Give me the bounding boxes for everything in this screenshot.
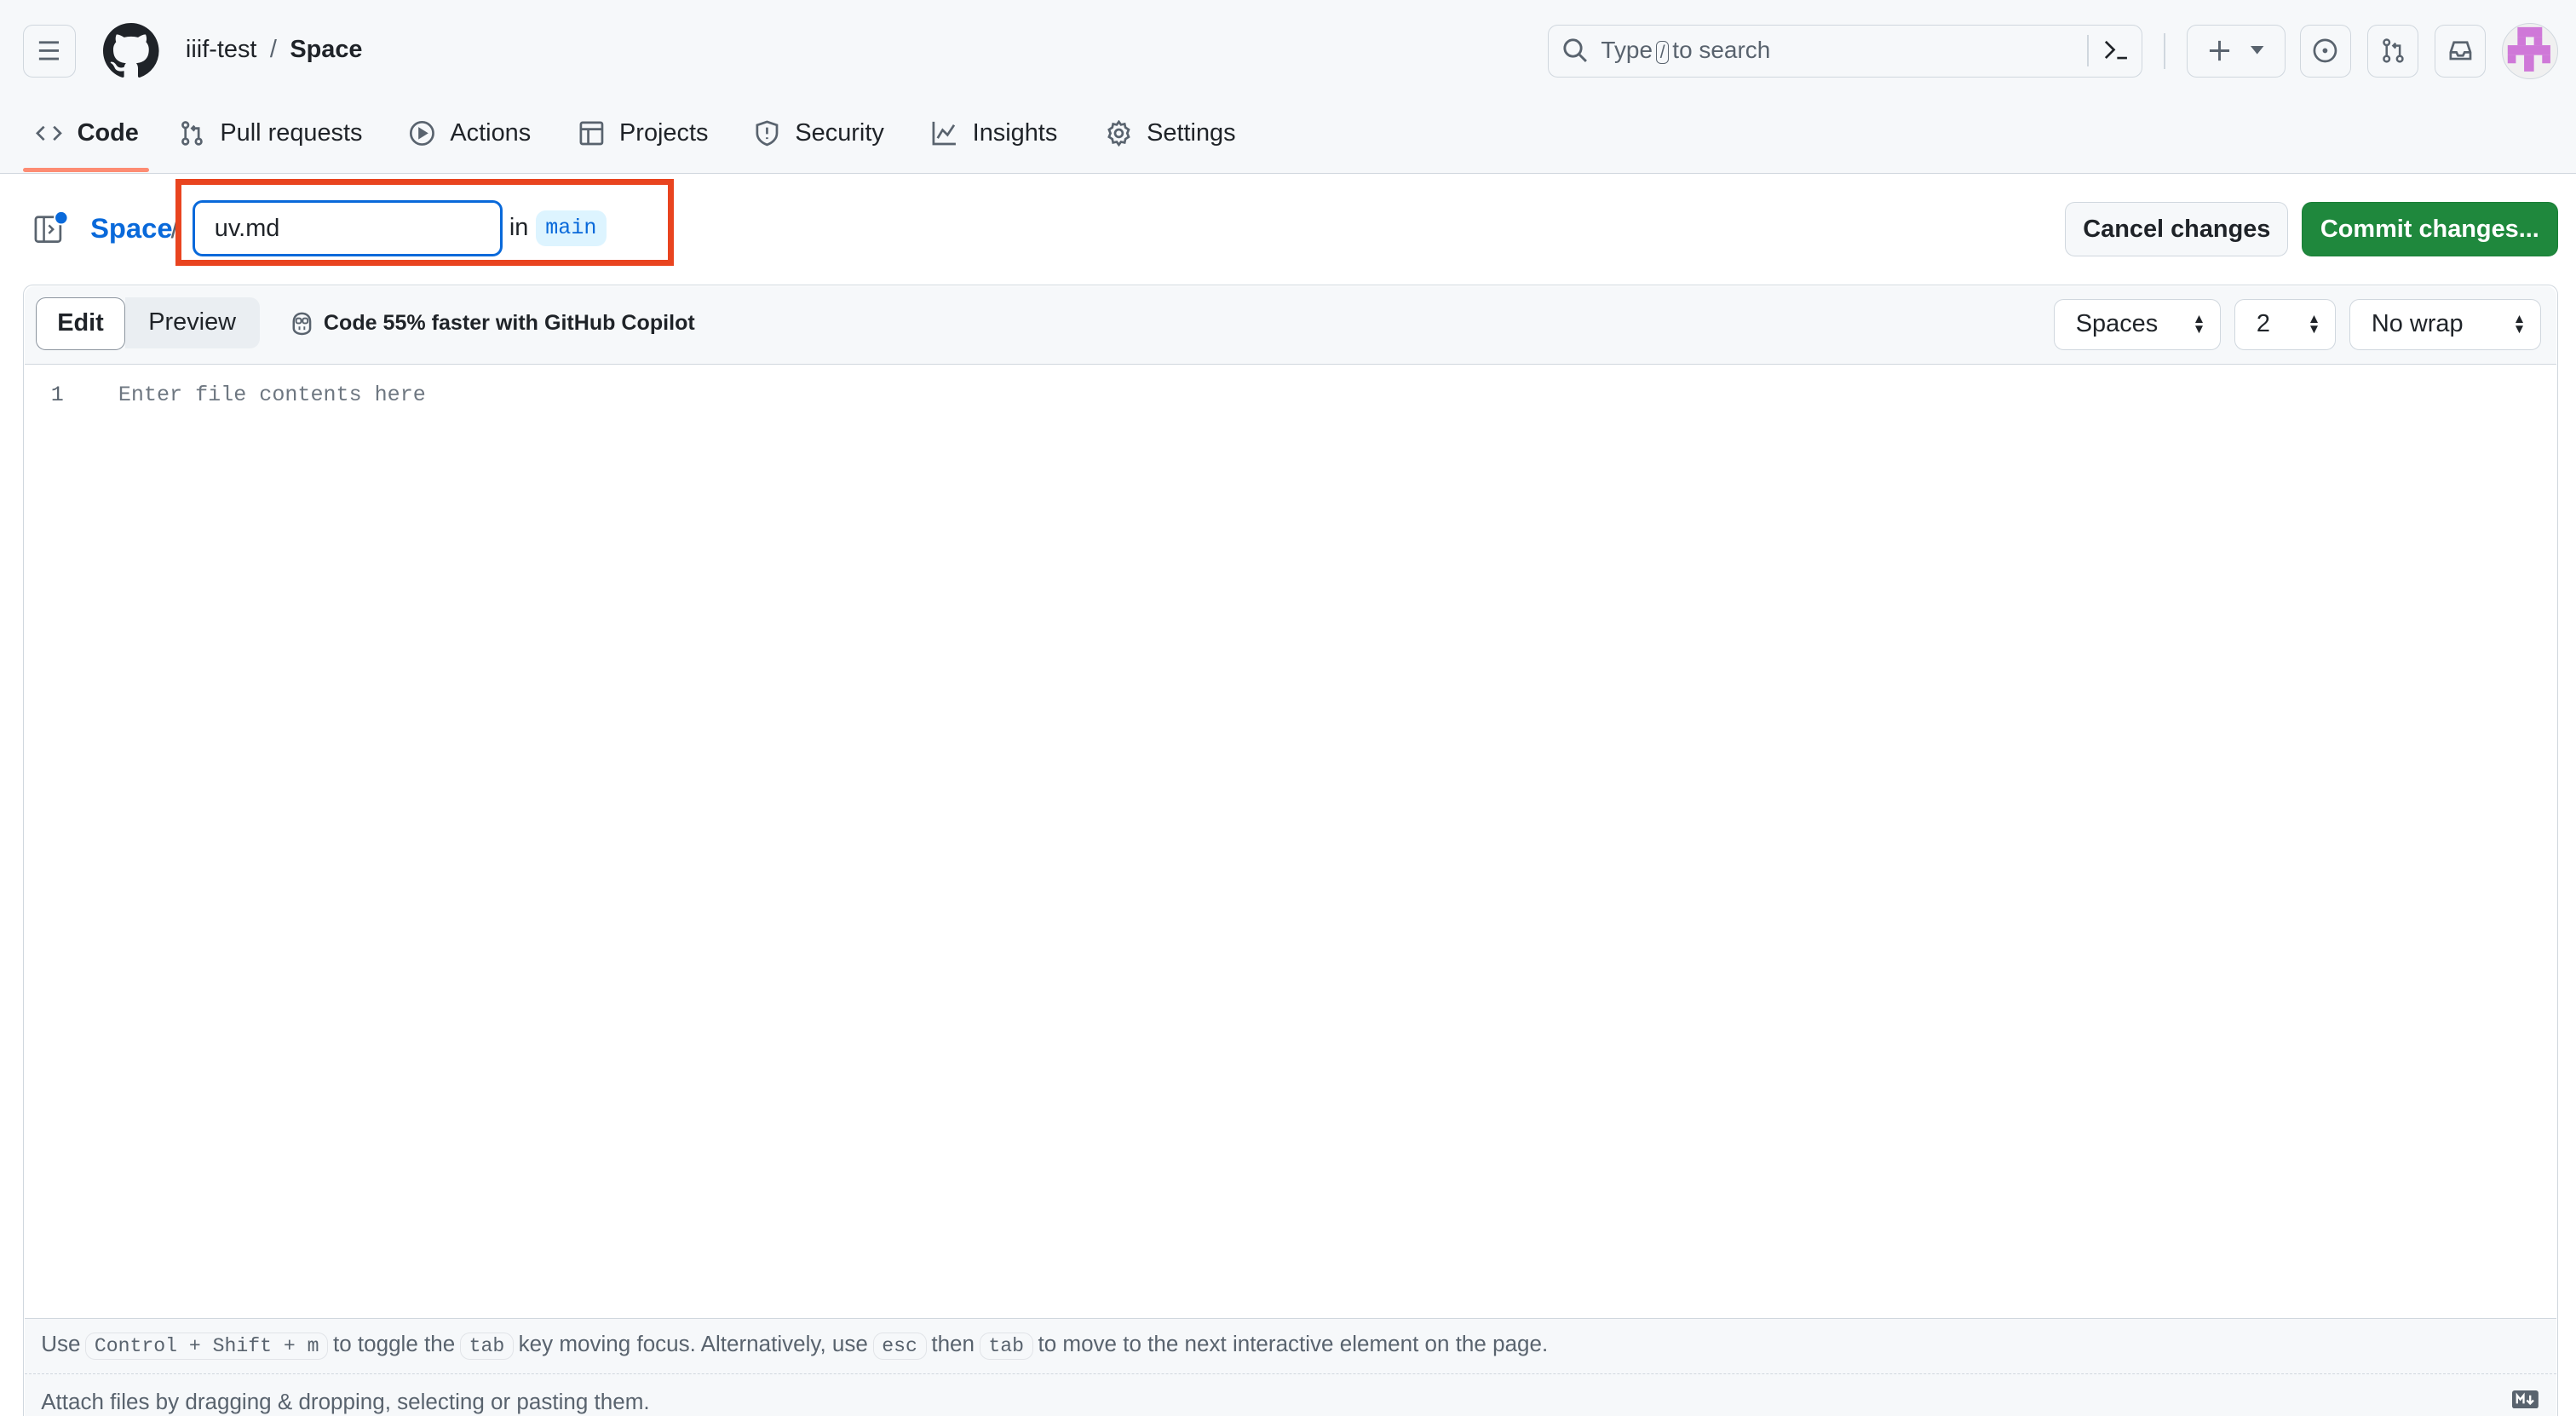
- tab-actions[interactable]: Actions: [409, 115, 531, 151]
- code-icon: [36, 120, 63, 147]
- editor-placeholder: Enter file contents here: [118, 383, 426, 408]
- indent-mode-select[interactable]: Spaces ▲ ▼: [2053, 298, 2222, 350]
- cancel-label: Cancel changes: [2083, 215, 2271, 243]
- tab-preview[interactable]: Preview: [124, 297, 260, 348]
- tab-label: Projects: [619, 118, 709, 147]
- search-placeholder-suffix: to search: [1672, 37, 1771, 64]
- tab-edit[interactable]: Edit: [36, 297, 125, 350]
- wrap-mode-select[interactable]: No wrap ▲ ▼: [2349, 298, 2542, 350]
- kbd-tab: tab: [459, 1333, 514, 1361]
- table-icon: [578, 120, 605, 147]
- commit-changes-button[interactable]: Commit changes...: [2301, 202, 2558, 256]
- breadcrumb-separator: /: [269, 36, 277, 64]
- play-icon: [409, 120, 435, 147]
- tab-projects[interactable]: Projects: [578, 115, 709, 151]
- indent-size-select[interactable]: 2 ▲ ▼: [2234, 298, 2337, 350]
- copilot-promo[interactable]: Code 55% faster with GitHub Copilot: [289, 310, 695, 337]
- line-number: 1: [50, 383, 64, 408]
- search-input[interactable]: Type / to search: [1547, 24, 2142, 78]
- select-arrows-icon: ▲ ▼: [2512, 312, 2527, 337]
- inbox-button[interactable]: [2435, 24, 2486, 78]
- tab-insights[interactable]: Insights: [931, 115, 1057, 151]
- git-pull-request-icon: [179, 120, 205, 147]
- tab-label: Security: [795, 118, 884, 147]
- copilot-text: Code 55% faster with GitHub Copilot: [323, 311, 695, 336]
- attach-files-hint[interactable]: Attach files by dragging & dropping, sel…: [41, 1389, 649, 1415]
- focus-hint: Use Control + Shift + m to toggle the tab ke…: [41, 1331, 1548, 1361]
- gear-icon: [1106, 119, 1132, 147]
- command-palette-icon[interactable]: [2102, 37, 2129, 63]
- issue-opened-icon: [2312, 37, 2338, 64]
- plus-icon: [2208, 39, 2231, 62]
- issues-button[interactable]: [2299, 24, 2351, 78]
- hamburger-icon: [36, 37, 62, 64]
- search-placeholder-prefix: Type: [1601, 37, 1653, 64]
- identicon-icon: [2507, 26, 2551, 72]
- header-divider: [2163, 32, 2165, 69]
- search-key-hint: /: [1655, 41, 1670, 65]
- copilot-icon: [289, 310, 315, 337]
- repo-root-link[interactable]: Space: [90, 212, 173, 245]
- footer-divider: [24, 1373, 2556, 1374]
- breadcrumb: iiif-test / Space: [186, 36, 363, 64]
- edit-label: Edit: [57, 309, 104, 337]
- preview-label: Preview: [148, 308, 237, 337]
- indent-size-value: 2: [2256, 310, 2270, 338]
- triangle-down-icon: [2251, 45, 2264, 56]
- graph-icon: [931, 120, 957, 147]
- tab-label: Code: [77, 118, 139, 147]
- select-arrows-icon: ▲ ▼: [2307, 312, 2321, 337]
- wrap-mode-value: No wrap: [2371, 310, 2464, 338]
- cancel-changes-button[interactable]: Cancel changes: [2065, 202, 2289, 256]
- inbox-icon: [2447, 37, 2474, 64]
- indent-mode-value: Spaces: [2075, 310, 2159, 338]
- sidebar-expand-icon[interactable]: [34, 210, 70, 246]
- select-arrows-icon: ▲ ▼: [2192, 312, 2206, 337]
- avatar[interactable]: [2502, 22, 2558, 79]
- tab-settings[interactable]: Settings: [1106, 115, 1236, 151]
- git-pull-request-icon: [2380, 37, 2406, 64]
- search-icon: [1561, 37, 1588, 63]
- shield-icon: [754, 120, 780, 147]
- tab-label: Settings: [1147, 118, 1236, 147]
- markdown-icon[interactable]: [2511, 1390, 2539, 1408]
- tab-code[interactable]: Code: [36, 115, 139, 151]
- menu-button[interactable]: [22, 24, 76, 78]
- filename-input[interactable]: [192, 200, 503, 256]
- in-label: in: [509, 213, 529, 241]
- active-tab-underline: [22, 167, 150, 173]
- pull-requests-button[interactable]: [2367, 24, 2418, 78]
- tab-label: Insights: [972, 118, 1058, 147]
- kbd-tab: tab: [979, 1333, 1033, 1361]
- owner-link[interactable]: iiif-test: [186, 36, 257, 64]
- tab-security[interactable]: Security: [754, 115, 884, 151]
- kbd-esc: esc: [872, 1333, 927, 1361]
- branch-badge: main: [535, 210, 607, 247]
- github-logo-icon[interactable]: [103, 22, 160, 79]
- repo-link[interactable]: Space: [290, 36, 362, 64]
- tab-label: Pull requests: [220, 118, 363, 147]
- search-divider: [2087, 35, 2090, 67]
- kbd-shortcut: Control + Shift + m: [85, 1333, 329, 1361]
- create-new-button[interactable]: [2186, 24, 2286, 78]
- commit-label: Commit changes...: [2320, 215, 2539, 243]
- tab-label: Actions: [450, 118, 532, 147]
- tab-pull-requests[interactable]: Pull requests: [179, 115, 363, 151]
- code-editor-textarea[interactable]: Enter file contents here: [99, 371, 2547, 1308]
